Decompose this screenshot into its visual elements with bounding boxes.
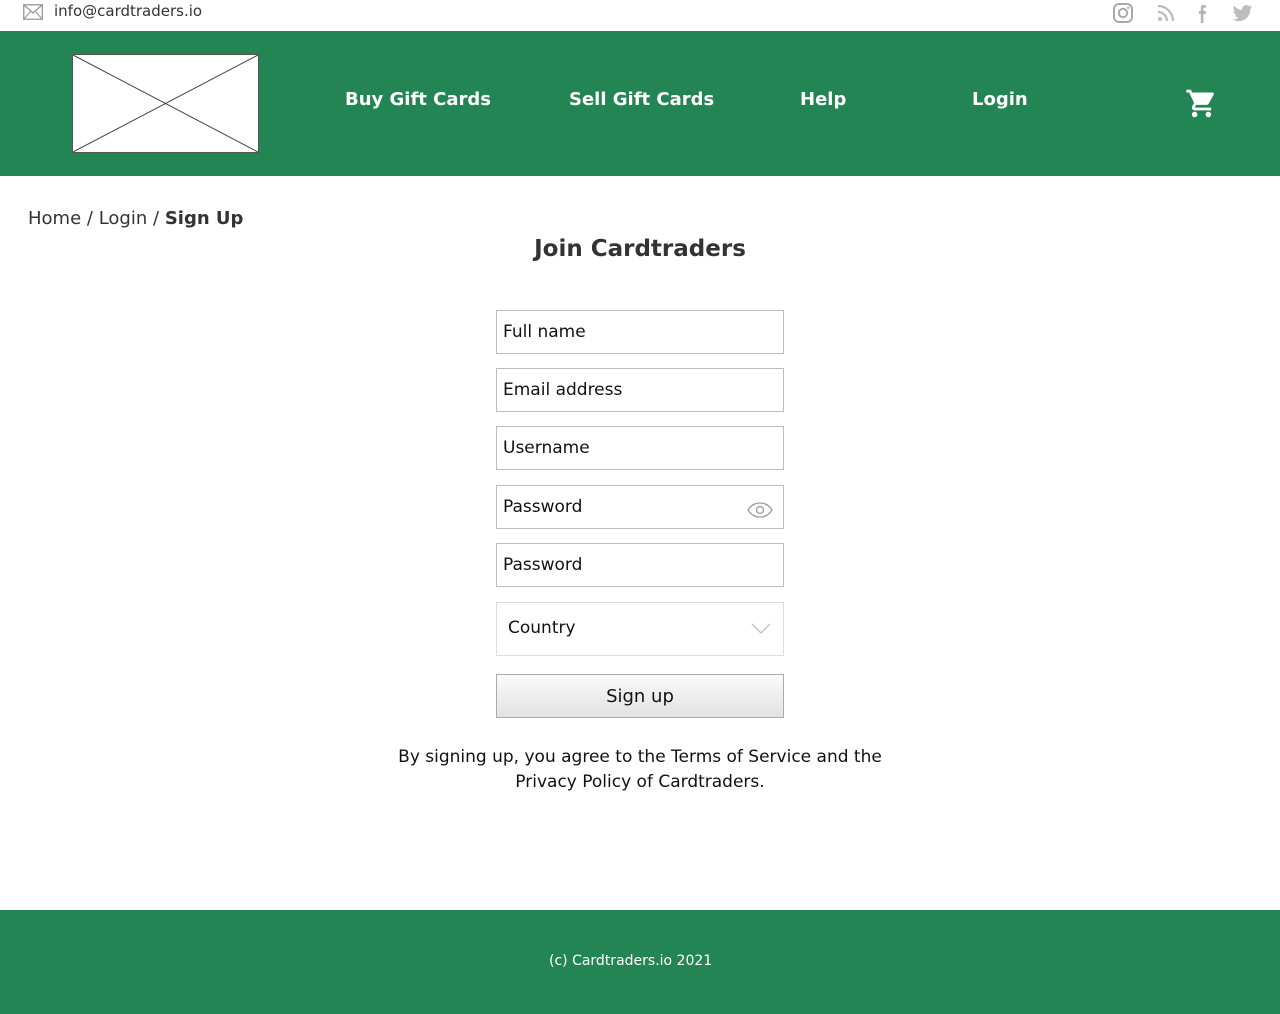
- terms-notice: By signing up, you agree to the Terms of…: [0, 745, 1280, 795]
- copyright-text: (c) Cardtraders.io 2021: [549, 953, 713, 969]
- country-select-value: Country: [508, 618, 576, 638]
- full-name-field: [496, 310, 784, 354]
- breadcrumb-home[interactable]: Home: [28, 208, 81, 229]
- nav-sell-gift-cards[interactable]: Sell Gift Cards: [569, 89, 714, 110]
- country-select[interactable]: Country: [496, 602, 784, 656]
- username-input[interactable]: [497, 427, 783, 469]
- password-input[interactable]: [497, 486, 783, 528]
- rss-icon[interactable]: [1155, 2, 1177, 24]
- eye-icon[interactable]: [747, 502, 773, 518]
- confirm-password-field: [496, 543, 784, 587]
- email-input[interactable]: [497, 369, 783, 411]
- breadcrumb: Home / Login / Sign Up: [28, 208, 243, 229]
- terms-line-1: By signing up, you agree to the Terms of…: [398, 747, 882, 767]
- instagram-icon[interactable]: [1112, 2, 1134, 24]
- breadcrumb-login[interactable]: Login: [99, 208, 148, 229]
- envelope-icon: [23, 4, 43, 20]
- username-field: [496, 426, 784, 470]
- top-bar: info@cardtraders.io: [0, 0, 1280, 31]
- confirm-password-input[interactable]: [497, 544, 783, 586]
- contact-email-link[interactable]: info@cardtraders.io: [54, 2, 202, 20]
- full-name-input[interactable]: [497, 311, 783, 353]
- email-field: [496, 368, 784, 412]
- page-title: Join Cardtraders: [534, 236, 746, 262]
- nav-login[interactable]: Login: [972, 89, 1028, 110]
- facebook-icon[interactable]: [1192, 2, 1214, 24]
- twitter-icon[interactable]: [1232, 2, 1254, 24]
- nav-help[interactable]: Help: [800, 89, 846, 110]
- chevron-down-icon: [751, 623, 771, 634]
- site-header: Buy Gift Cards Sell Gift Cards Help Logi…: [0, 31, 1280, 176]
- logo-placeholder-image: [73, 55, 258, 152]
- sign-up-button[interactable]: Sign up: [496, 674, 784, 718]
- breadcrumb-separator: /: [153, 208, 160, 229]
- breadcrumb-current: Sign Up: [164, 208, 244, 229]
- shopping-cart-icon[interactable]: [1185, 87, 1218, 120]
- breadcrumb-separator: /: [86, 208, 93, 229]
- site-footer: (c) Cardtraders.io 2021: [0, 910, 1280, 1014]
- nav-buy-gift-cards[interactable]: Buy Gift Cards: [345, 89, 491, 110]
- terms-line-2: Privacy Policy of Cardtraders.: [515, 772, 765, 792]
- logo-placeholder[interactable]: [72, 54, 259, 153]
- password-field: [496, 485, 784, 529]
